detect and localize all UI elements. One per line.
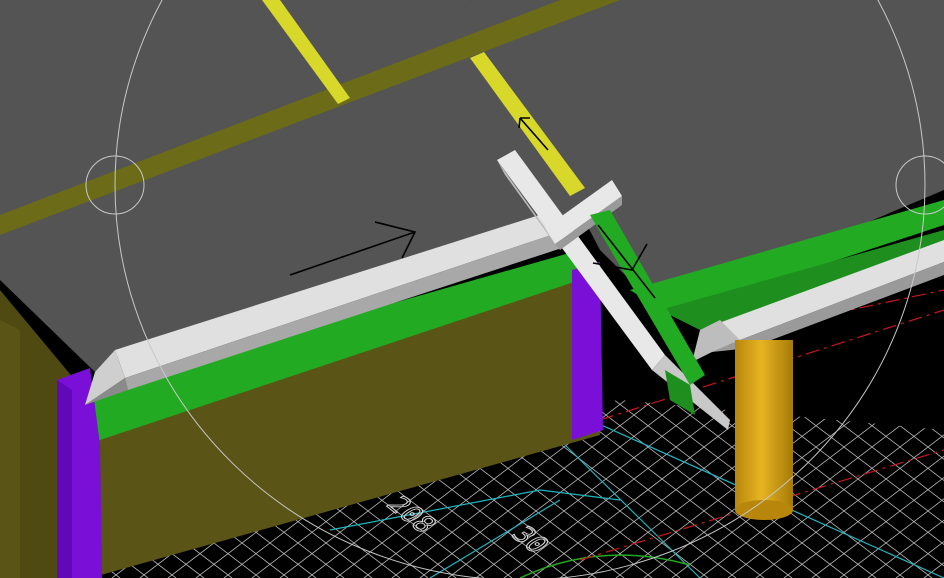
- pillar: [735, 340, 793, 520]
- 3d-viewport[interactable]: 208 30: [0, 0, 944, 578]
